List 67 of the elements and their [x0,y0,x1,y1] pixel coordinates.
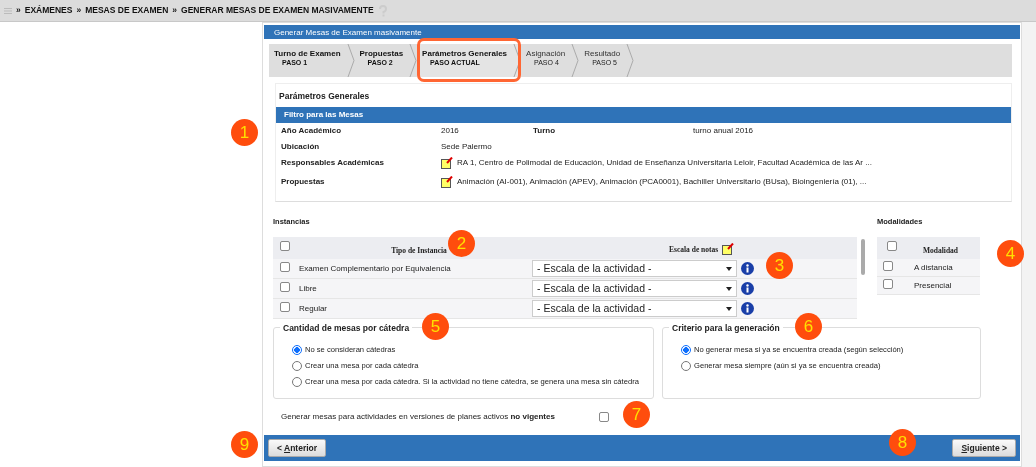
group-title: Cantidad de mesas por cátedra [280,322,413,335]
checkbox[interactable] [280,261,290,272]
option-label: Generar mesas para actividades en versiones de planes activos no vigentes [281,411,556,423]
table-cell-text: Examen Complementario por Equivalencia [299,262,452,275]
field-label: Ubicación [281,140,321,153]
info-icon[interactable] [741,262,754,275]
table-cell-text: Libre [299,282,318,295]
callout-marker: 9 [231,431,258,458]
field-value: 2016 [441,124,460,137]
info-icon[interactable] [741,282,754,295]
field-value: RA 1, Centro de Polimodal de Educación, Unidad de Enseñanza Universitaria Leloir, Facultad Académica de las Ar ... [457,156,872,169]
radio-button[interactable] [681,361,691,371]
breadcrumb-item[interactable]: EXÁMENES [24,4,73,17]
checkbox[interactable] [280,301,290,312]
table-cell: Presencial [914,279,952,292]
checkbox[interactable] [883,278,893,289]
checkbox[interactable] [599,412,609,422]
panel-header: Generar Mesas de Examen masivamente [264,25,1020,39]
callout-marker: 2 [448,229,475,257]
caret-icon [726,286,732,291]
radio-button[interactable] [681,345,691,355]
callout-marker: 4 [997,239,1024,267]
breadcrumb-item[interactable]: MESAS DE EXAMEN [85,4,169,17]
group-title: Criterio para la generación [669,322,783,335]
table-cell-text: Regular [299,302,328,315]
table-cell: A distancia [914,261,953,274]
nav-button[interactable]: < Anterior [268,438,327,458]
field-label: Año Académico [281,124,343,137]
checkbox[interactable] [883,260,893,271]
step-divider [571,44,580,77]
field-label: Responsables Académicas [281,156,385,169]
filter-header: Filtro para las Mesas [276,106,1011,123]
callout-marker: 6 [795,313,822,340]
radio-button[interactable] [292,377,302,387]
checkbox[interactable] [280,241,290,252]
callout-marker: 7 [623,401,650,428]
field-label: Turno [533,124,557,137]
note-icon[interactable] [441,175,453,188]
caret-icon [726,306,732,311]
caret-icon [726,266,732,271]
radio-button[interactable] [292,345,302,355]
field-label: Propuestas [281,175,326,188]
scale-dropdown[interactable]: - Escala de la actividad - [532,300,737,317]
field-value: Animación (AI-001), Animación (APEV), Animación (PCA0001), Bachiller Universitario (BUsa), Bioingeniería (01), ... [457,175,867,188]
checkbox[interactable] [280,281,290,292]
scale-dropdown[interactable]: - Escala de la actividad - [532,280,737,297]
breadcrumb-separator: » [16,4,21,17]
field-value: turno anual 2016 [693,124,754,137]
callout-marker: 1 [231,119,258,146]
field-value: Sede Palermo [441,140,492,153]
breadcrumb-separator: » [76,4,82,17]
breadcrumb-item[interactable]: GENERAR MESAS DE EXAMEN MASIVAMENTE [181,4,374,17]
breadcrumb-separator: » [172,4,178,17]
step-divider [409,44,418,77]
callout-marker: 5 [422,313,449,340]
section-title: Parámetros Generales [278,90,371,103]
info-icon[interactable] [741,302,754,315]
nav-button[interactable]: Siguiente > [952,438,1016,458]
scale-dropdown[interactable]: - Escala de la actividad - [532,260,737,277]
scrollbar[interactable] [861,239,865,275]
note-icon[interactable] [722,243,735,255]
note-icon[interactable] [441,156,453,169]
step-divider [346,44,355,77]
checkbox[interactable] [887,241,897,252]
step-divider [626,44,635,77]
radio-button[interactable] [292,361,302,371]
callout-marker: 8 [889,429,916,456]
